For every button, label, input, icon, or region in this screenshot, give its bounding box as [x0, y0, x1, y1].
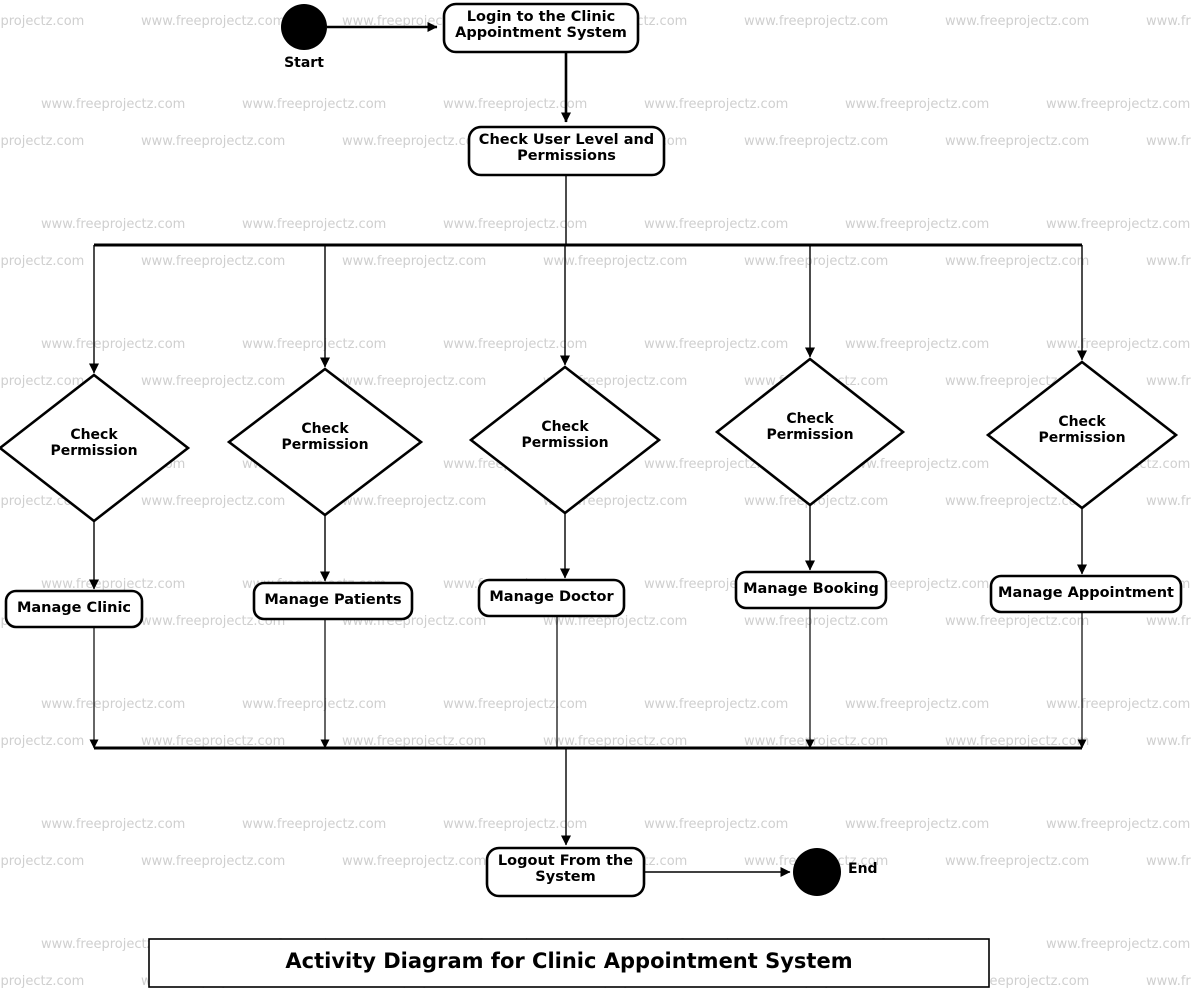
action-manage-appointment[interactable] — [989, 574, 1183, 614]
decision-check-permission-2[interactable] — [226, 367, 424, 517]
action-manage-doctor[interactable] — [477, 578, 626, 618]
caption-frame — [148, 938, 990, 988]
activity-diagram-canvas: www.freeprojectz.comwww.freeprojectz.com… — [0, 0, 1191, 989]
end-node[interactable] — [793, 848, 841, 896]
decision-check-permission-4[interactable] — [714, 357, 906, 507]
action-manage-booking[interactable] — [734, 570, 888, 610]
decision-check-permission-3[interactable] — [468, 365, 662, 515]
action-check-user-level[interactable] — [467, 125, 666, 177]
diagram-vector-layer — [0, 2, 1183, 988]
action-manage-clinic[interactable] — [4, 589, 144, 629]
action-login[interactable] — [442, 2, 640, 54]
decision-check-permission-1[interactable] — [0, 373, 191, 523]
start-node[interactable] — [281, 4, 327, 50]
decision-check-permission-5[interactable] — [985, 360, 1179, 510]
action-manage-patients[interactable] — [252, 581, 414, 621]
action-logout[interactable] — [485, 846, 646, 898]
